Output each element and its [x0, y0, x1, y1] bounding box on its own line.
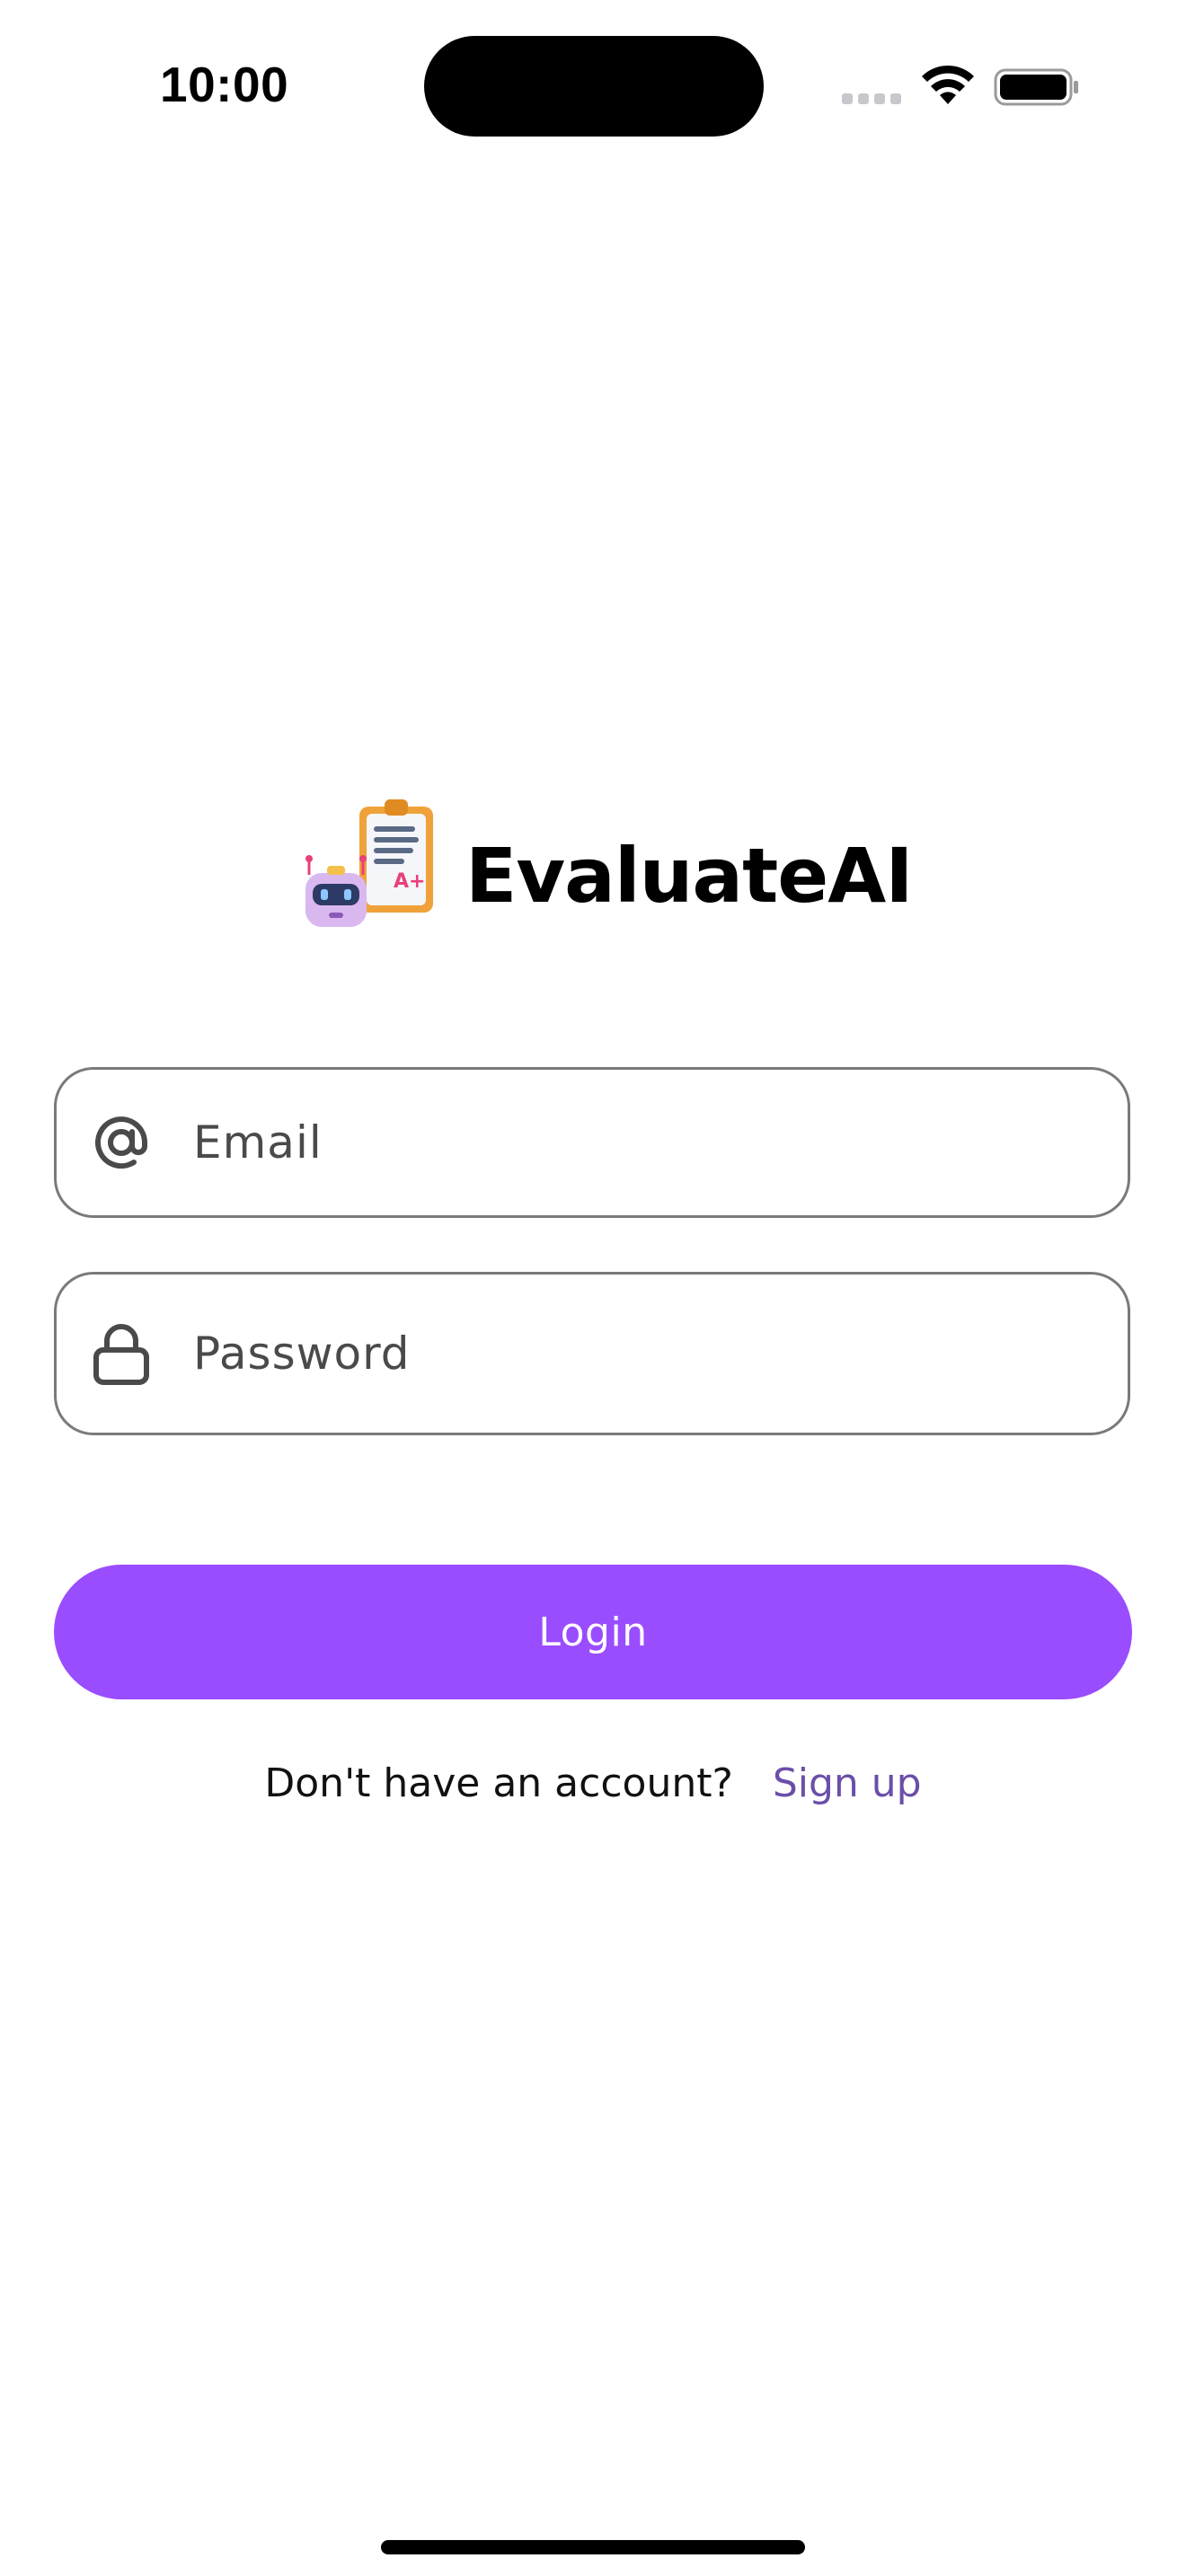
wifi-icon — [922, 65, 974, 104]
at-sign-icon — [95, 1116, 147, 1169]
app-logo: A+ EvaluateAI — [296, 794, 925, 938]
robot-clipboard-icon: A+ — [305, 799, 433, 927]
status-bar: 10:00 — [0, 0, 1186, 180]
app-title: EvaluateAI — [465, 832, 913, 920]
signup-row: Don't have an account? Sign up — [0, 1760, 1186, 1806]
email-field[interactable] — [54, 1067, 1130, 1218]
lock-icon — [93, 1324, 149, 1385]
home-indicator[interactable] — [381, 2540, 805, 2554]
password-input[interactable] — [193, 1275, 1092, 1433]
password-field[interactable] — [54, 1272, 1130, 1435]
dynamic-island — [424, 36, 764, 137]
email-input[interactable] — [193, 1070, 1092, 1215]
signup-link[interactable]: Sign up — [773, 1760, 922, 1806]
svg-text:A+: A+ — [394, 870, 425, 893]
battery-icon — [994, 68, 1078, 106]
cellular-signal-icon — [842, 93, 901, 104]
status-time: 10:00 — [160, 57, 289, 112]
login-button[interactable]: Login — [54, 1565, 1132, 1699]
signup-prompt: Don't have an account? — [264, 1760, 733, 1806]
